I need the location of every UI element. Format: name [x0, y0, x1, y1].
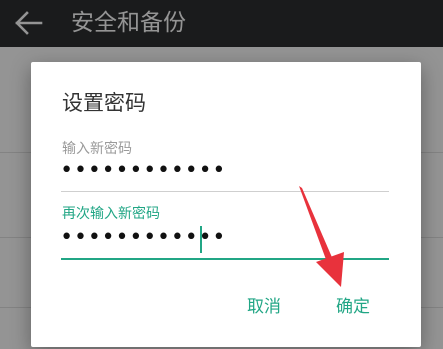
- new-password-field[interactable]: ••••••••••••: [60, 158, 226, 183]
- new-password-underline: [61, 191, 389, 192]
- confirm-password-label: 再次输入新密码: [62, 206, 160, 222]
- ok-button[interactable]: 确定: [336, 292, 370, 317]
- confirm-password-underline: [61, 258, 389, 260]
- set-password-dialog: 设置密码 输入新密码 •••••••••••• 再次输入新密码 ••••••••…: [31, 62, 421, 347]
- text-caret: [200, 226, 202, 253]
- new-password-label: 输入新密码: [62, 141, 132, 157]
- cancel-button[interactable]: 取消: [247, 292, 281, 317]
- dialog-title: 设置密码: [62, 91, 146, 115]
